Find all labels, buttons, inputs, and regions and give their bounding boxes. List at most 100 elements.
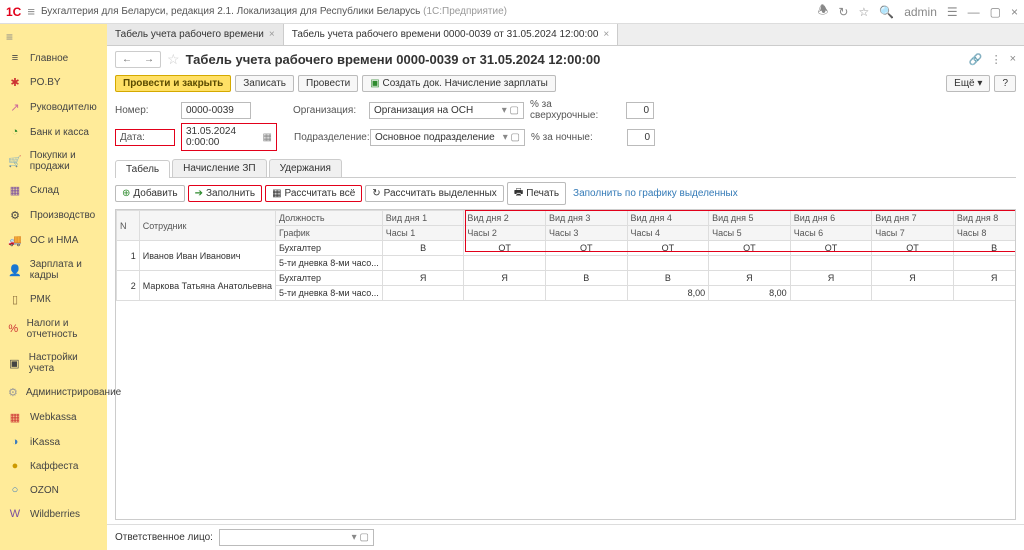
dept-label: Подразделение: <box>294 132 364 143</box>
sidebar-item[interactable]: %Налоги и отчетность <box>0 312 107 346</box>
sidebar-icon: ▦ <box>8 411 22 424</box>
sidebar-label: Банк и касса <box>30 127 89 138</box>
sidebar-item[interactable]: ○OZON <box>0 478 107 502</box>
content-tabs: ТабельНачисление ЗПУдержания <box>115 159 1016 178</box>
forward-icon[interactable]: → <box>138 52 160 67</box>
tab[interactable]: Начисление ЗП <box>172 159 266 177</box>
sidebar-collapse-icon[interactable]: ≡ <box>0 28 107 46</box>
sidebar-icon: ⚙ <box>8 209 22 222</box>
sidebar-item[interactable]: ▯РМК <box>0 287 107 312</box>
write-button[interactable]: Записать <box>235 75 294 92</box>
timesheet-grid[interactable]: NСотрудникДолжностьВид дня 1Вид дня 2Вид… <box>116 210 1016 301</box>
history-icon[interactable]: ↻ <box>838 5 848 19</box>
page-title: Табель учета рабочего времени 0000-0039 … <box>186 52 601 67</box>
sidebar-item[interactable]: ↗Руководителю <box>0 95 107 120</box>
print-button[interactable]: 🖶Печать <box>507 182 566 205</box>
fill-button[interactable]: ➔Заполнить <box>188 185 262 202</box>
calendar-icon[interactable]: ▦ <box>263 132 272 143</box>
close-icon[interactable]: × <box>1011 5 1018 19</box>
close-tab-icon[interactable]: × <box>269 29 275 40</box>
sidebar-item[interactable]: ⚙Администрирование <box>0 380 107 405</box>
nav-arrows: ← → <box>115 51 161 68</box>
sidebar-label: Главное <box>30 53 68 64</box>
user-label[interactable]: admin <box>904 5 937 19</box>
chevron-down-icon[interactable]: ▾ ▢ <box>502 105 519 116</box>
sidebar-label: iKassa <box>30 437 60 448</box>
sidebar-icon: ✱ <box>8 76 22 89</box>
tab[interactable]: Табель <box>115 160 170 178</box>
sidebar-item[interactable]: ≡Главное <box>0 46 107 70</box>
grid-container[interactable]: NСотрудникДолжностьВид дня 1Вид дня 2Вид… <box>115 209 1016 520</box>
arrow-right-icon: ➔ <box>195 188 203 199</box>
number-input[interactable]: 0000-0039 <box>181 102 251 119</box>
recalc-selected-button[interactable]: ↻Рассчитать выделенных <box>365 185 504 202</box>
bell-icon[interactable]: 🕭 <box>818 1 829 22</box>
sidebar-item[interactable]: ⚙ Производство <box>0 203 107 228</box>
sidebar-icon: 🚚 <box>8 234 22 247</box>
sidebar-item[interactable]: 🛒Покупки и продажи <box>0 144 107 178</box>
more-button[interactable]: Ещё ▾ <box>946 75 990 92</box>
responsible-label: Ответственное лицо: <box>115 532 213 543</box>
star-icon[interactable]: ☆ <box>858 5 869 19</box>
refresh-icon: ↻ <box>372 188 380 199</box>
add-button[interactable]: ⊕Добавить <box>115 185 185 202</box>
dept-select[interactable]: Основное подразделение▾ ▢ <box>370 129 525 146</box>
sidebar-item[interactable]: ▦Webkassa <box>0 405 107 430</box>
hamburger-icon[interactable]: ≡ <box>27 4 35 19</box>
create-payroll-button[interactable]: ▣ Создать док. Начисление зарплаты <box>362 75 556 92</box>
help-button[interactable]: ? <box>994 75 1016 92</box>
menu-icon[interactable]: ☰ <box>947 5 958 19</box>
panel-menu-icon[interactable]: ⋮ <box>991 53 1002 66</box>
sidebar-label: Производство <box>30 210 95 221</box>
app-logo: 1C <box>6 5 21 19</box>
sidebar-item[interactable]: ◔Банк и касса <box>0 120 107 144</box>
tab[interactable]: Удержания <box>269 159 342 177</box>
sidebar-item[interactable]: 👤Зарплата и кадры <box>0 253 107 287</box>
post-button[interactable]: Провести <box>298 75 358 92</box>
printer-icon: 🖶 <box>514 185 523 202</box>
responsible-select[interactable]: ▾ ▢ <box>219 529 374 546</box>
sidebar-item[interactable]: 🚚ОС и НМА <box>0 228 107 253</box>
link-icon[interactable]: 🔗 <box>969 53 983 66</box>
sidebar-icon: ○ <box>8 484 22 496</box>
document-tab[interactable]: Табель учета рабочего времени× <box>107 24 284 45</box>
sidebar-label: Руководителю <box>30 102 97 113</box>
chevron-down-icon[interactable]: ▾ ▢ <box>503 132 520 143</box>
date-input[interactable]: 31.05.2024 0:00:00▦ <box>181 123 277 151</box>
sidebar-icon: % <box>8 323 19 335</box>
sidebar-item[interactable]: ◑iKassa <box>0 430 107 454</box>
org-select[interactable]: Организация на ОСН▾ ▢ <box>369 102 524 119</box>
night-input[interactable]: 0 <box>627 129 655 146</box>
plus-icon: ⊕ <box>122 188 130 199</box>
document-tab[interactable]: Табель учета рабочего времени 0000-0039 … <box>284 24 619 45</box>
sidebar-icon: ⚙ <box>8 386 18 399</box>
maximize-icon[interactable]: ▢ <box>990 5 1001 19</box>
sidebar-item[interactable]: ✱PO.BY <box>0 70 107 95</box>
sidebar-icon: ● <box>8 460 22 472</box>
sidebar-label: Wildberries <box>30 509 80 520</box>
post-and-close-button[interactable]: Провести и закрыть <box>115 75 231 92</box>
number-label: Номер: <box>115 105 175 116</box>
sidebar-item[interactable]: ▦Склад <box>0 178 107 203</box>
minimize-icon[interactable]: — <box>968 5 980 19</box>
favorite-icon[interactable]: ☆ <box>167 51 180 68</box>
sidebar-item[interactable]: ● Каффеста <box>0 454 107 478</box>
chevron-down-icon[interactable]: ▾ ▢ <box>352 532 369 543</box>
close-tab-icon[interactable]: × <box>603 29 609 40</box>
table-icon: ▦ <box>272 188 281 199</box>
sidebar-icon: 🛒 <box>8 155 22 168</box>
sidebar-label: Зарплата и кадры <box>30 259 99 281</box>
sidebar-label: Каффеста <box>30 461 78 472</box>
night-label: % за ночные: <box>531 132 621 143</box>
fill-by-schedule-button[interactable]: Заполнить по графику выделенных <box>569 186 742 201</box>
sidebar-item[interactable]: ▣Настройки учета <box>0 346 107 380</box>
sidebar-icon: ▣ <box>8 357 21 370</box>
panel-close-icon[interactable]: × <box>1010 53 1016 66</box>
sidebar-item[interactable]: W Wildberries <box>0 502 107 526</box>
sidebar-icon: W <box>8 508 22 520</box>
back-icon[interactable]: ← <box>116 52 138 67</box>
sidebar-icon: ▯ <box>8 293 22 306</box>
recalc-all-button[interactable]: ▦Рассчитать всё <box>265 185 362 202</box>
search-icon[interactable]: 🔍 <box>879 5 894 19</box>
overtime-input[interactable]: 0 <box>626 102 654 119</box>
